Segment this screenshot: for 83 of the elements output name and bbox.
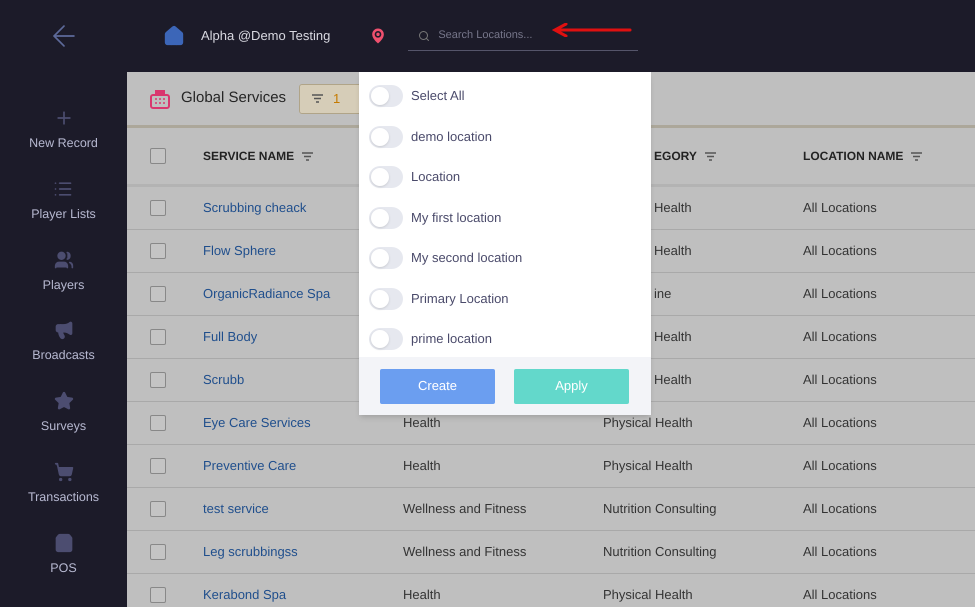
filter-icon bbox=[302, 152, 314, 160]
row-checkbox[interactable] bbox=[150, 200, 166, 216]
location-option[interactable]: Primary Location bbox=[369, 286, 651, 312]
toggle-switch[interactable] bbox=[369, 328, 403, 350]
service-link[interactable]: Full Body bbox=[203, 329, 258, 344]
search-icon bbox=[418, 30, 430, 42]
toggle-switch[interactable] bbox=[369, 288, 403, 310]
cash-register-icon bbox=[149, 88, 171, 110]
location-option[interactable]: demo location bbox=[369, 124, 651, 150]
table-cell: All Locations bbox=[803, 243, 877, 258]
toggle-switch[interactable] bbox=[369, 247, 403, 269]
sidebar-item[interactable]: POS bbox=[50, 532, 77, 578]
table-cell: All Locations bbox=[803, 544, 877, 559]
service-link[interactable]: Scrubbing cheack bbox=[203, 200, 306, 215]
toggle-switch[interactable] bbox=[369, 126, 403, 148]
table-cell: All Locations bbox=[803, 286, 877, 301]
table-cell: All Locations bbox=[803, 372, 877, 387]
table-cell: Health bbox=[403, 415, 441, 430]
star-icon bbox=[54, 391, 74, 411]
column-header: EGORY bbox=[654, 148, 697, 165]
users-icon bbox=[54, 250, 74, 270]
table-cell: Health bbox=[654, 372, 692, 387]
filter-icon bbox=[312, 94, 324, 103]
table-cell: Health bbox=[654, 329, 692, 344]
row-checkbox[interactable] bbox=[150, 243, 166, 259]
location-option[interactable]: My first location bbox=[369, 204, 651, 230]
table-cell: All Locations bbox=[803, 200, 877, 215]
location-option[interactable]: My second location bbox=[369, 245, 651, 271]
service-link[interactable]: OrganicRadiance Spa bbox=[203, 286, 330, 301]
page-title: Global Services bbox=[181, 88, 286, 108]
filter-icon bbox=[911, 152, 922, 160]
table-cell: All Locations bbox=[803, 415, 877, 430]
table-cell: Physical Health bbox=[603, 415, 693, 430]
service-link[interactable]: test service bbox=[203, 501, 269, 516]
service-link[interactable]: Leg scrubbingss bbox=[203, 544, 298, 559]
sidebar-item[interactable]: Transactions bbox=[28, 462, 100, 506]
row-checkbox[interactable] bbox=[150, 372, 166, 388]
cart-icon bbox=[54, 462, 74, 482]
service-link[interactable]: Eye Care Services bbox=[203, 415, 311, 430]
row-checkbox[interactable] bbox=[150, 501, 166, 517]
table-cell: All Locations bbox=[803, 501, 877, 516]
table-cell: All Locations bbox=[803, 329, 877, 344]
row-checkbox[interactable] bbox=[150, 587, 166, 603]
sidebar-item[interactable]: Player Lists bbox=[31, 178, 96, 224]
table-cell: Nutrition Consulting bbox=[603, 501, 716, 516]
table-cell: All Locations bbox=[803, 458, 877, 473]
account-name: Alpha @Demo Testing bbox=[201, 27, 330, 46]
select-all-checkbox[interactable] bbox=[150, 148, 166, 164]
table-cell: Health bbox=[654, 243, 692, 258]
table-cell: Health bbox=[654, 200, 692, 215]
sidebar-item[interactable]: Players bbox=[42, 250, 84, 294]
table-cell: Health bbox=[403, 458, 441, 473]
row-checkbox[interactable] bbox=[150, 458, 166, 474]
sidebar-item[interactable]: Surveys bbox=[40, 391, 86, 436]
service-link[interactable]: Preventive Care bbox=[203, 458, 296, 473]
row-checkbox[interactable] bbox=[150, 329, 166, 345]
megaphone-icon bbox=[54, 320, 74, 340]
toggle-switch[interactable] bbox=[369, 166, 403, 188]
column-header: LOCATION NAME bbox=[803, 148, 904, 165]
table-cell: Physical Health bbox=[603, 458, 693, 473]
column-header: SERVICE NAME bbox=[203, 148, 294, 165]
table-cell: Physical Health bbox=[603, 587, 693, 602]
location-option[interactable]: prime location bbox=[369, 326, 651, 352]
sidebar-item[interactable]: New Record bbox=[29, 108, 98, 153]
location-search-field[interactable]: Search Locations... bbox=[438, 27, 588, 44]
table-cell: Wellness and Fitness bbox=[403, 544, 526, 559]
toggle-switch[interactable] bbox=[369, 85, 403, 107]
home-icon bbox=[163, 25, 185, 47]
table-cell: All Locations bbox=[803, 587, 877, 602]
table-cell: Health bbox=[403, 587, 441, 602]
location-option[interactable]: Location bbox=[369, 164, 651, 190]
service-link[interactable]: Scrubb bbox=[203, 372, 244, 387]
table-cell: ine bbox=[654, 286, 672, 301]
service-link[interactable]: Flow Sphere bbox=[203, 243, 276, 258]
row-checkbox[interactable] bbox=[150, 286, 166, 302]
sidebar-item[interactable]: Broadcasts bbox=[32, 320, 95, 365]
row-checkbox[interactable] bbox=[150, 415, 166, 431]
service-link[interactable]: Kerabond Spa bbox=[203, 587, 286, 602]
filter-icon bbox=[704, 152, 716, 160]
toggle-switch[interactable] bbox=[369, 206, 403, 228]
row-checkbox[interactable] bbox=[150, 544, 166, 560]
table-cell: Nutrition Consulting bbox=[603, 544, 716, 559]
table-cell: Wellness and Fitness bbox=[403, 501, 526, 516]
